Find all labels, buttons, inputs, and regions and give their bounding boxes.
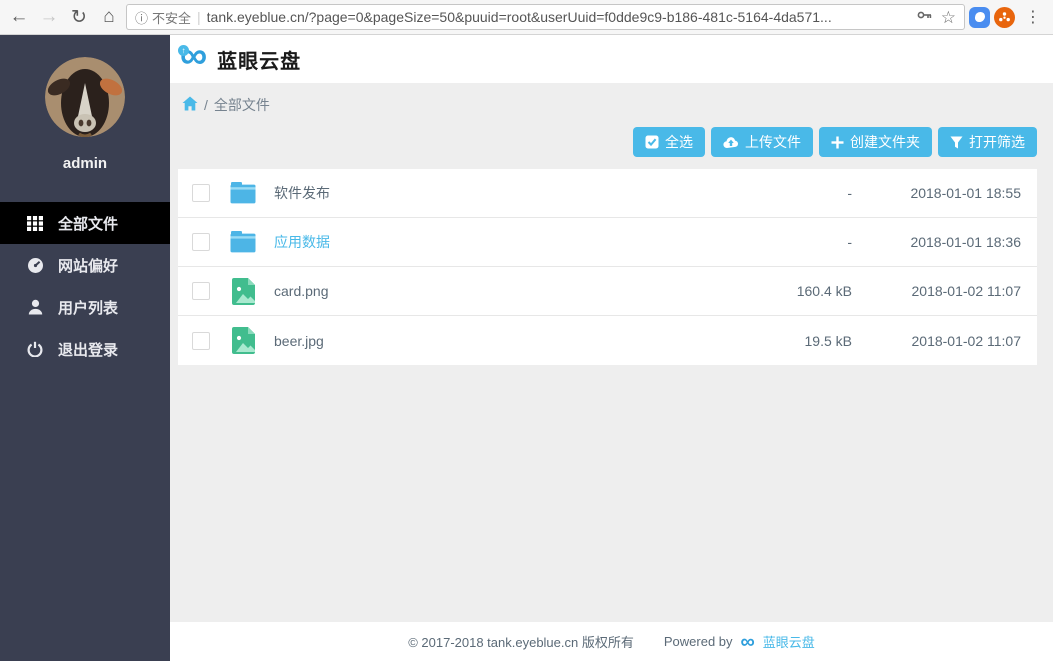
image-file-icon: [230, 327, 256, 354]
file-name[interactable]: 应用数据: [274, 232, 722, 252]
plus-icon: [831, 136, 844, 149]
copyright-text: © 2017-2018 tank.eyeblue.cn 版权所有: [408, 632, 634, 651]
username: admin: [0, 155, 170, 172]
breadcrumb: / 全部文件: [178, 83, 1037, 125]
sidebar-item-label: 用户列表: [58, 297, 118, 318]
file-date: 2018-01-01 18:36: [852, 234, 1037, 250]
file-list: 软件发布 - 2018-01-01 18:55 应用数据 - 2018-01-0…: [178, 169, 1037, 365]
row-checkbox[interactable]: [192, 233, 210, 251]
file-date: 2018-01-02 11:07: [852, 283, 1037, 299]
sidebar-item-label: 退出登录: [58, 339, 118, 360]
forward-icon[interactable]: →: [36, 4, 62, 30]
sidebar-item-logout[interactable]: 退出登录: [0, 328, 170, 370]
address-bar[interactable]: ⓘ 不安全 | tank.eyeblue.cn/?page=0&pageSize…: [126, 4, 965, 30]
security-label: 不安全: [152, 8, 191, 27]
select-all-button[interactable]: 全选: [633, 127, 705, 157]
button-label: 创建文件夹: [850, 132, 920, 152]
sidebar-item-site-preferences[interactable]: 网站偏好: [0, 244, 170, 286]
info-icon: ⓘ: [135, 8, 148, 27]
row-checkbox[interactable]: [192, 282, 210, 300]
footer-brand-link[interactable]: 蓝眼云盘: [763, 632, 815, 651]
app-title: 蓝眼云盘: [217, 45, 301, 74]
file-date: 2018-01-01 18:55: [852, 185, 1037, 201]
app-logo-icon: ∞↑: [180, 41, 207, 71]
cloud-upload-icon: [723, 136, 739, 149]
folder-icon: [230, 182, 256, 204]
profile-block: admin: [0, 35, 170, 190]
folder-icon: [230, 231, 256, 253]
powered-by-text: Powered by: [664, 634, 733, 649]
browser-toolbar: ← → ↻ ⌂ ⓘ 不安全 | tank.eyeblue.cn/?page=0&…: [0, 0, 1053, 35]
avatar[interactable]: [45, 57, 125, 137]
gauge-icon: [26, 257, 44, 274]
row-checkbox[interactable]: [192, 332, 210, 350]
upload-file-button[interactable]: 上传文件: [711, 127, 813, 157]
extension-orange-icon[interactable]: [994, 7, 1015, 28]
check-square-icon: [645, 135, 659, 149]
file-name[interactable]: card.png: [274, 283, 722, 299]
reload-icon[interactable]: ↻: [66, 4, 92, 30]
breadcrumb-home-icon[interactable]: [182, 96, 198, 114]
bookmark-star-icon[interactable]: ☆: [941, 9, 956, 26]
file-name[interactable]: beer.jpg: [274, 333, 722, 349]
sidebar-menu: 全部文件 网站偏好 用户列表 退出登录: [0, 202, 170, 370]
file-row[interactable]: card.png 160.4 kB 2018-01-02 11:07: [178, 267, 1037, 316]
extension-blue-icon[interactable]: [969, 7, 990, 28]
file-size: 160.4 kB: [722, 283, 852, 299]
sidebar: admin 全部文件 网站偏好 用户列表: [0, 35, 170, 661]
row-checkbox[interactable]: [192, 184, 210, 202]
sidebar-item-all-files[interactable]: 全部文件: [0, 202, 170, 244]
back-icon[interactable]: ←: [6, 4, 32, 30]
file-row[interactable]: 软件发布 - 2018-01-01 18:55: [178, 169, 1037, 218]
file-size: -: [722, 185, 852, 201]
footer-logo-icon: ∞: [741, 632, 755, 652]
file-row[interactable]: beer.jpg 19.5 kB 2018-01-02 11:07: [178, 316, 1037, 365]
omnibox-divider: |: [197, 9, 201, 25]
home-icon[interactable]: ⌂: [96, 4, 122, 30]
file-name[interactable]: 软件发布: [274, 183, 722, 203]
breadcrumb-current[interactable]: 全部文件: [214, 95, 270, 115]
power-icon: [26, 341, 44, 357]
button-label: 上传文件: [745, 132, 801, 152]
create-folder-button[interactable]: 创建文件夹: [819, 127, 932, 157]
breadcrumb-separator: /: [204, 97, 208, 113]
footer: © 2017-2018 tank.eyeblue.cn 版权所有 Powered…: [170, 622, 1053, 661]
file-size: -: [722, 234, 852, 250]
sidebar-item-label: 网站偏好: [58, 255, 118, 276]
button-label: 打开筛选: [969, 132, 1025, 152]
filter-icon: [950, 136, 963, 149]
sidebar-item-user-list[interactable]: 用户列表: [0, 286, 170, 328]
url-text: tank.eyeblue.cn/?page=0&pageSize=50&puui…: [207, 9, 911, 25]
toolbar: 全选 上传文件 创建文件夹: [178, 125, 1037, 169]
image-file-icon: [230, 278, 256, 305]
security-indicator[interactable]: ⓘ 不安全: [135, 8, 191, 27]
browser-menu-icon[interactable]: ⋮: [1019, 7, 1047, 27]
file-date: 2018-01-02 11:07: [852, 333, 1037, 349]
open-filter-button[interactable]: 打开筛选: [938, 127, 1037, 157]
file-size: 19.5 kB: [722, 333, 852, 349]
grid-icon: [26, 215, 44, 231]
sidebar-item-label: 全部文件: [58, 213, 118, 234]
button-label: 全选: [665, 132, 693, 152]
file-row[interactable]: 应用数据 - 2018-01-01 18:36: [178, 218, 1037, 267]
key-icon[interactable]: [917, 8, 933, 27]
user-icon: [26, 299, 44, 315]
app-header: ∞↑ 蓝眼云盘: [170, 35, 1053, 83]
